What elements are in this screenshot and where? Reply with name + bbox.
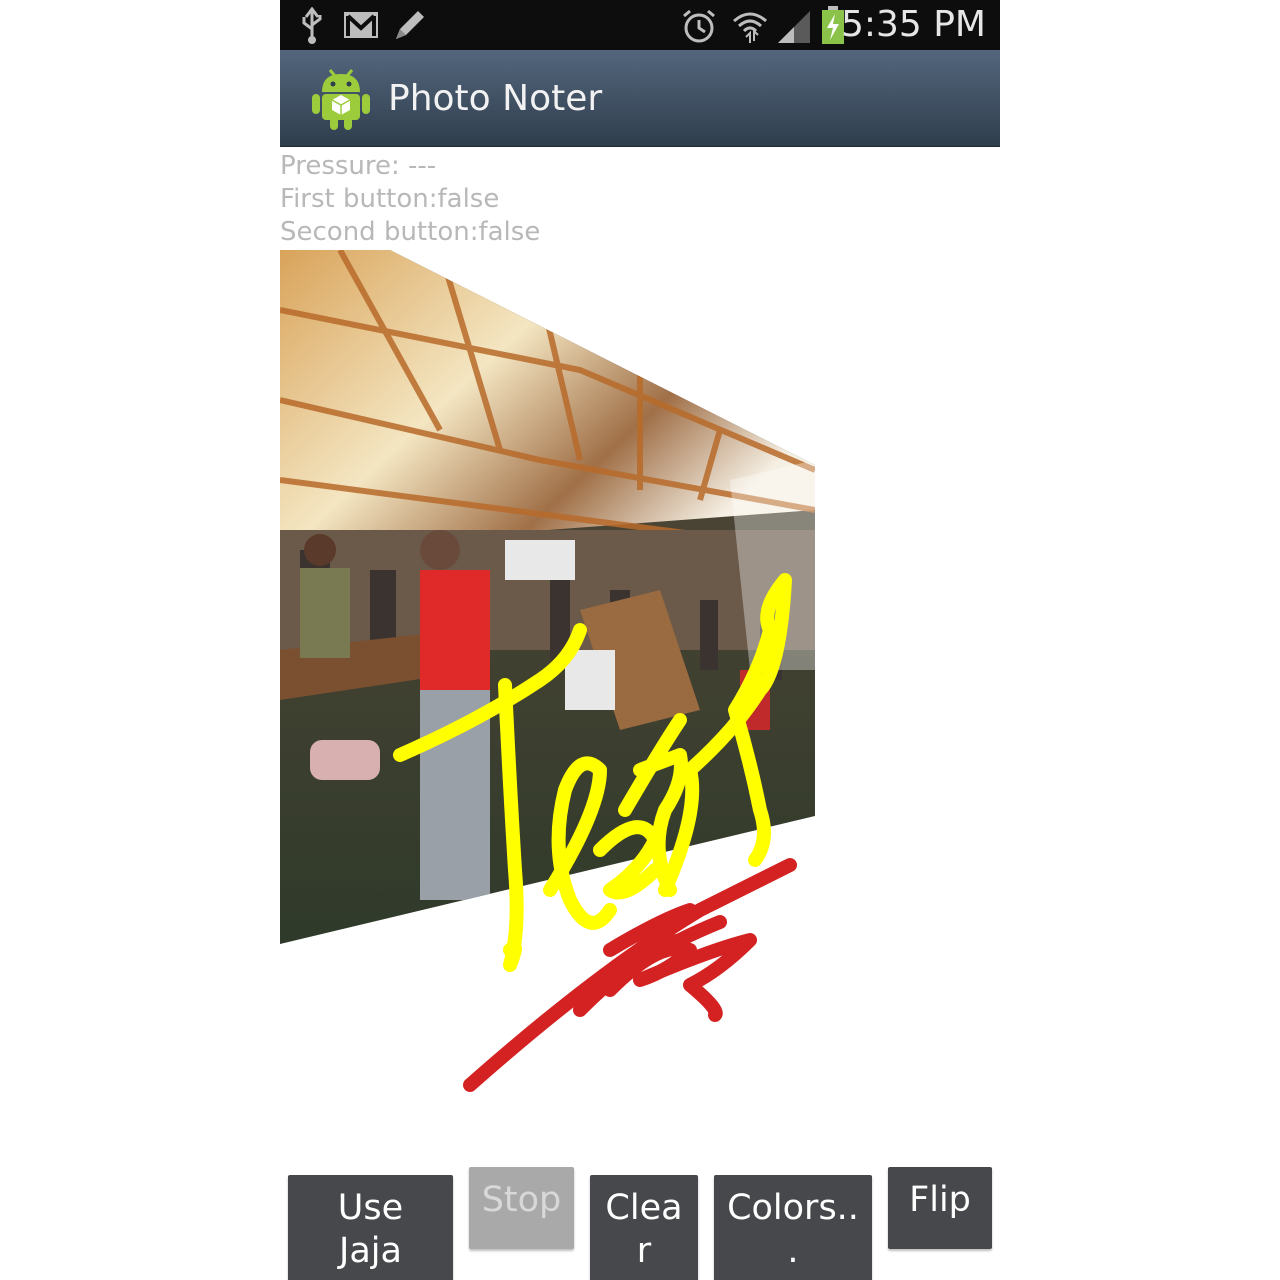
action-bar: Photo Noter [280,50,1000,147]
flip-label: Flip [909,1180,971,1220]
colors-label-line1: Colors.. [727,1188,859,1228]
usb-icon [302,7,322,44]
alarm-clock-icon [683,9,715,43]
stop-label: Stop [481,1180,562,1220]
first-button-label: First button:false [280,184,500,214]
clear-button[interactable]: Clea r [590,1175,698,1280]
photo-of-crowded-hall [280,250,815,944]
colors-button[interactable]: Colors.. . [714,1175,872,1280]
use-jaja-button[interactable]: Use Jaja [288,1175,453,1280]
pressure-label: Pressure: --- [280,151,437,181]
flip-button[interactable]: Flip [888,1167,992,1249]
colors-label-line2: . [787,1231,799,1271]
android-robot-icon [312,69,370,130]
phone-screen: 5:35 PM Photo Noter Pressure: --- First … [280,0,1000,1280]
drawing-canvas[interactable] [280,250,1000,1150]
status-time: 5:35 PM [840,4,986,45]
clear-label-line2: r [636,1231,652,1271]
second-button-label: Second button:false [280,217,541,247]
wifi-icon [733,12,767,43]
use-jaja-label-line2: Jaja [339,1231,402,1271]
edit-pencil-icon [396,11,424,39]
gmail-icon [344,12,378,38]
cell-signal-icon [778,11,810,43]
app-title: Photo Noter [388,78,603,119]
stop-button[interactable]: Stop [469,1167,574,1249]
clear-label-line1: Clea [605,1188,683,1228]
status-bar: 5:35 PM [280,0,1000,50]
use-jaja-label-line1: Use [337,1188,404,1228]
